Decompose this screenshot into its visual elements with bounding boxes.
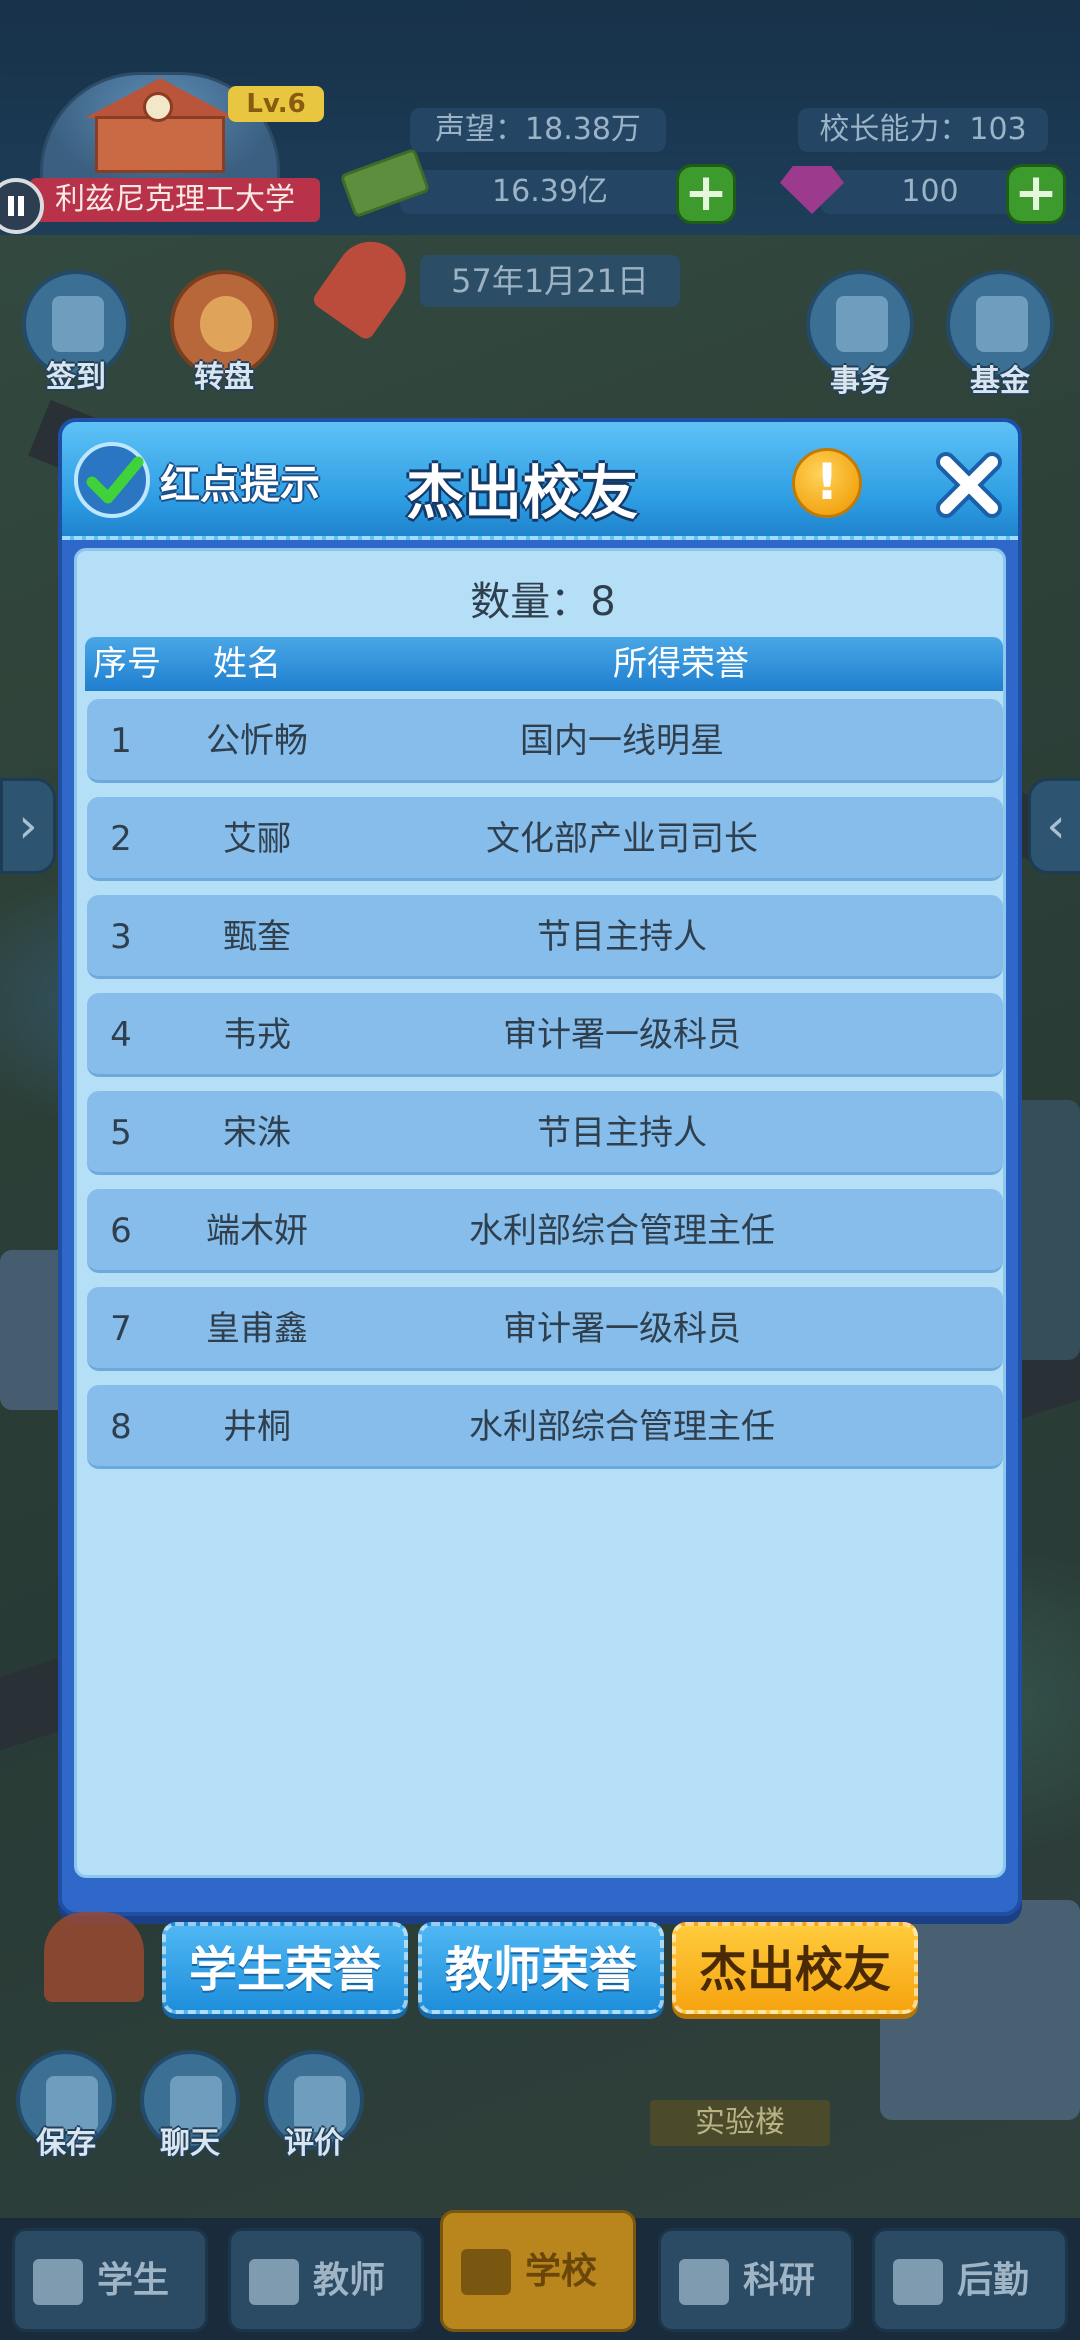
row-index: 2 xyxy=(110,819,132,859)
game-date: 57年1月21日 xyxy=(420,255,680,307)
row-index: 8 xyxy=(110,1407,132,1447)
save-label: 保存 xyxy=(36,2126,96,2161)
nav-label: 科研 xyxy=(743,2260,816,2301)
table-row: 3 甄奎 节目主持人 xyxy=(87,895,1003,979)
tab-student-honors[interactable]: 学生荣誉 xyxy=(162,1922,408,2014)
affairs-label: 事务 xyxy=(830,364,890,399)
table-row: 5 宋洙 节目主持人 xyxy=(87,1091,1003,1175)
alumni-count: 数量：8 xyxy=(470,579,616,625)
alumni-dialog: 红点提示 杰出校友 ! 数量：8 序号 姓名 所得荣誉 1 公忻畅 国内一线明星… xyxy=(58,418,1022,1916)
table-row: 1 公忻畅 国内一线明星 xyxy=(87,699,1003,783)
right-arrow-icon[interactable]: ‹ xyxy=(1028,778,1080,874)
column-header-index: 序号 xyxy=(93,644,161,684)
table-row: 6 端木妍 水利部综合管理主任 xyxy=(87,1189,1003,1273)
row-name: 韦戎 xyxy=(223,1015,291,1055)
close-icon[interactable] xyxy=(932,448,1006,522)
principal-ability-value: 校长能力：103 xyxy=(798,108,1048,152)
reputation-value: 声望：18.38万 xyxy=(410,108,666,152)
column-header-name: 姓名 xyxy=(213,644,281,684)
money-value: 16.39亿 xyxy=(400,170,700,214)
row-honor: 审计署一级科员 xyxy=(503,1015,741,1055)
nav-label: 学生 xyxy=(97,2260,170,2301)
tab-outstanding-alumni[interactable]: 杰出校友 xyxy=(672,1922,918,2014)
row-name: 甄奎 xyxy=(223,917,291,957)
row-honor: 审计署一级科员 xyxy=(503,1309,741,1349)
row-name: 皇甫鑫 xyxy=(206,1309,308,1349)
dialog-header: 红点提示 杰出校友 ! xyxy=(62,422,1018,540)
alumni-list: 1 公忻畅 国内一线明星 2 艾郦 文化部产业司司长 3 甄奎 节目主持人 4 … xyxy=(87,699,1003,1483)
nav-research[interactable]: 科研 xyxy=(658,2228,854,2332)
nav-label: 后勤 xyxy=(957,2260,1030,2301)
row-index: 4 xyxy=(110,1015,132,1055)
row-honor: 节目主持人 xyxy=(537,1113,707,1153)
row-honor: 节目主持人 xyxy=(537,917,707,957)
row-honor: 水利部综合管理主任 xyxy=(469,1407,775,1447)
chat-label: 聊天 xyxy=(160,2126,220,2161)
nav-school[interactable]: 学校 xyxy=(440,2210,636,2332)
school-name: 利兹尼克理工大学 xyxy=(30,178,320,222)
wheel-label: 转盘 xyxy=(194,360,254,395)
graduation-cap-icon xyxy=(33,2259,83,2305)
table-row: 2 艾郦 文化部产业司司长 xyxy=(87,797,1003,881)
redpoint-toggle-label[interactable]: 红点提示 xyxy=(160,452,320,510)
nav-students[interactable]: 学生 xyxy=(12,2228,208,2332)
school-building-icon xyxy=(461,2249,511,2295)
logistics-icon xyxy=(893,2259,943,2305)
row-index: 6 xyxy=(110,1211,132,1251)
tab-teacher-honors[interactable]: 教师荣誉 xyxy=(418,1922,664,2014)
add-gems-button[interactable]: + xyxy=(1006,164,1066,224)
column-header-honor: 所得荣誉 xyxy=(613,644,749,684)
row-name: 宋洙 xyxy=(223,1113,291,1153)
row-name: 井桐 xyxy=(223,1407,291,1447)
checkin-label: 签到 xyxy=(46,360,106,395)
add-money-button[interactable]: + xyxy=(676,164,736,224)
dialog-title: 杰出校友 xyxy=(405,459,638,527)
nav-teachers[interactable]: 教师 xyxy=(228,2228,424,2332)
row-index: 3 xyxy=(110,917,132,957)
mailbox-icon[interactable] xyxy=(44,1912,144,2002)
table-row: 7 皇甫鑫 审计署一级科员 xyxy=(87,1287,1003,1371)
teacher-icon xyxy=(249,2259,299,2305)
info-warning-icon[interactable]: ! xyxy=(792,448,862,518)
row-index: 1 xyxy=(110,721,132,761)
checkmark-icon[interactable] xyxy=(74,442,150,518)
nav-label: 学校 xyxy=(525,2251,598,2292)
row-index: 7 xyxy=(110,1309,132,1349)
nav-logistics[interactable]: 后勤 xyxy=(872,2228,1068,2332)
row-index: 5 xyxy=(110,1113,132,1153)
table-header: 序号 姓名 所得荣誉 xyxy=(85,637,1003,691)
row-name: 端木妍 xyxy=(206,1211,308,1251)
row-honor: 文化部产业司司长 xyxy=(486,819,758,859)
microscope-icon xyxy=(679,2259,729,2305)
lab-building-sign[interactable]: 实验楼 xyxy=(650,2100,830,2146)
table-row: 4 韦戎 审计署一级科员 xyxy=(87,993,1003,1077)
review-label: 评价 xyxy=(284,2126,344,2161)
left-arrow-icon[interactable]: › xyxy=(0,778,56,874)
school-building-icon xyxy=(85,78,235,173)
row-honor: 国内一线明星 xyxy=(520,721,724,761)
row-name: 公忻畅 xyxy=(206,721,308,761)
nav-label: 教师 xyxy=(313,2260,386,2301)
level-badge: Lv.6 xyxy=(228,86,324,122)
dialog-body: 数量：8 序号 姓名 所得荣誉 1 公忻畅 国内一线明星 2 艾郦 文化部产业司… xyxy=(74,548,1006,1878)
row-honor: 水利部综合管理主任 xyxy=(469,1211,775,1251)
row-name: 艾郦 xyxy=(223,819,291,859)
fund-label: 基金 xyxy=(970,364,1030,399)
table-row: 8 井桐 水利部综合管理主任 xyxy=(87,1385,1003,1469)
